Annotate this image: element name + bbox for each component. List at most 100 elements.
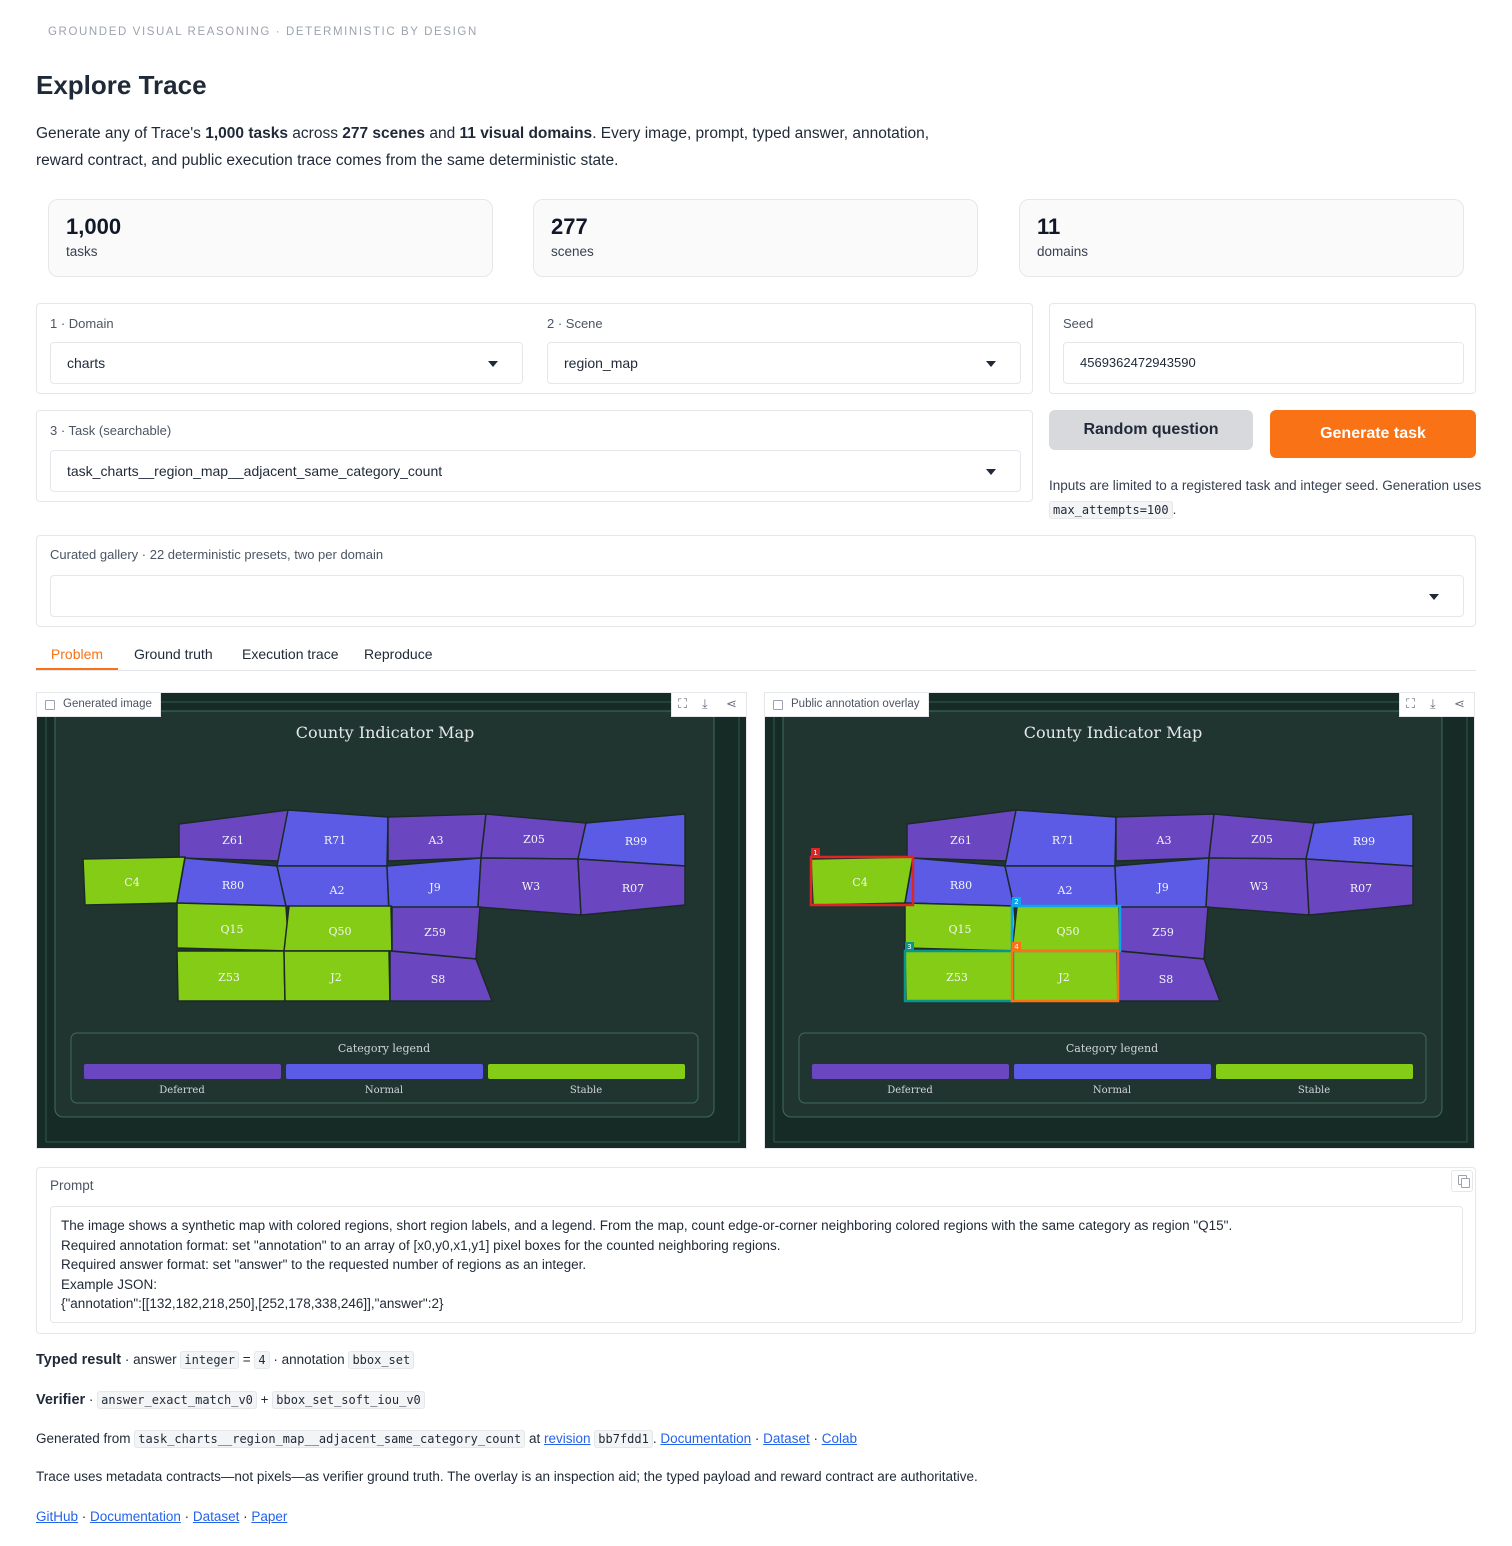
task-panel: 3 · Task (searchable) task_charts__regio… [36,410,1033,502]
image-toolbar: ⛶ ⤓ ⋖ [1399,693,1474,717]
legend-swatch [812,1064,1009,1079]
region-label: R71 [1052,834,1074,847]
legend-swatch [1014,1064,1211,1079]
stat-value: 1,000 [66,214,122,239]
disclaimer: Trace uses metadata contracts—not pixels… [36,1469,978,1484]
prompt-line: {"annotation":[[132,182,218,250],[252,17… [61,1296,444,1312]
footer-dataset-link[interactable]: Dataset [193,1509,240,1524]
max-attempts-code: max_attempts=100 [1049,501,1173,519]
fullscreen-icon[interactable]: ⛶ [678,696,687,712]
typed-result: Typed result · answer integer = 4 · anno… [36,1351,415,1369]
overlay-image-tag: Public annotation overlay [765,693,929,717]
tab-ground-truth[interactable]: Ground truth [134,640,213,670]
random-question-button[interactable]: Random question [1049,410,1253,450]
region-label: C4 [852,876,867,889]
generated-image-panel: County Indicator Map Z61 R71 A3 Z05 R99 C4 R80 A… [36,692,747,1149]
map-title: County Indicator Map [1024,723,1202,742]
map-image: County Indicator Map Z61 R71 A3 Z05 R99 C4 R80 A… [37,693,746,1148]
legend-entry: Normal [365,1085,403,1096]
fullscreen-icon[interactable]: ⛶ [1406,696,1415,712]
region-label: J9 [428,881,440,894]
region-label: Z05 [523,833,545,846]
region-label: R80 [222,879,244,892]
map-title: County Indicator Map [296,723,474,742]
legend-swatch [84,1064,281,1079]
region-label: R80 [950,879,972,892]
seed-input[interactable]: 4569362472943590 [1063,342,1464,384]
revision-link[interactable]: revision [544,1431,591,1446]
legend-swatch [1216,1064,1413,1079]
region-label: J2 [329,971,341,984]
stat-tasks: 1,000 tasks [48,199,493,277]
overlay-index: 2 [1014,898,1018,906]
image-icon [773,700,783,710]
copy-icon[interactable] [1451,1170,1473,1192]
page-title: Explore Trace [36,70,207,100]
task-label: 3 · Task (searchable) [50,423,172,438]
prompt-line: Required answer format: set "answer" to … [61,1257,587,1273]
stat-scenes: 277 scenes [533,199,978,277]
scene-label: 2 · Scene [547,316,603,331]
region-label: Z05 [1251,833,1273,846]
footer-documentation-link[interactable]: Documentation [90,1509,181,1524]
legend-entry: Stable [570,1085,602,1096]
generate-task-button[interactable]: Generate task [1270,410,1476,458]
stat-value: 277 [551,214,588,239]
scene-select[interactable]: region_map [547,342,1021,384]
eyebrow: GROUNDED VISUAL REASONING · DETERMINISTI… [48,26,478,38]
task-select[interactable]: task_charts__region_map__adjacent_same_c… [50,450,1021,492]
region-label: J2 [1057,971,1069,984]
prompt-text: The image shows a synthetic map with col… [50,1206,1463,1323]
seed-panel: Seed 4569362472943590 [1049,303,1476,394]
region-label: W3 [1250,880,1268,893]
verifier: Verifier · answer_exact_match_v0 + bbox_… [36,1391,425,1409]
gallery-panel: Curated gallery · 22 deterministic prese… [36,535,1476,627]
share-icon[interactable]: ⋖ [726,696,737,712]
tab-reproduce[interactable]: Reproduce [364,640,433,670]
download-icon[interactable]: ⤓ [1430,696,1436,712]
region-label: Z59 [424,926,446,939]
prompt-label: Prompt [50,1178,94,1193]
overlay-image: County Indicator Map Z61 R71 A3 Z05 R99 C4 R80 A… [765,693,1474,1148]
footer-links: GitHub · Documentation · Dataset · Paper [36,1509,288,1524]
seed-label: Seed [1063,316,1094,331]
gallery-select[interactable] [50,575,1464,617]
stat-label: scenes [551,244,594,259]
overlay-index: 4 [1014,943,1019,951]
intro-text: Generate any of Trace's 1,000 tasks acro… [36,125,930,169]
documentation-link[interactable]: Documentation [660,1431,751,1446]
share-icon[interactable]: ⋖ [1454,696,1465,712]
stat-label: domains [1037,244,1089,259]
tab-execution-trace[interactable]: Execution trace [242,640,339,670]
region-label: Z61 [222,834,244,847]
tab-problem[interactable]: Problem [36,640,118,670]
dataset-link[interactable]: Dataset [763,1431,810,1446]
github-link[interactable]: GitHub [36,1509,78,1524]
region-label: Q15 [948,923,971,936]
legend-swatch [488,1064,685,1079]
legend-entry: Deferred [159,1085,205,1096]
region-label: A2 [329,884,345,897]
region-label: Q50 [1056,925,1079,938]
prompt-line: Required annotation format: set "annotat… [61,1237,781,1253]
paper-link[interactable]: Paper [251,1509,287,1524]
region-label: Z53 [946,971,968,984]
region-label: A3 [1156,834,1172,847]
region-label: R99 [1353,835,1375,848]
colab-link[interactable]: Colab [822,1431,857,1446]
chevron-down-icon [488,361,498,367]
chevron-down-icon [1429,594,1439,600]
legend-title: Category legend [1066,1042,1158,1055]
region-label: R07 [622,882,644,895]
legend-entry: Stable [1298,1085,1330,1096]
chevron-down-icon [986,469,996,475]
download-icon[interactable]: ⤓ [702,696,708,712]
generated-image-tag: Generated image [37,693,161,717]
stat-domains: 11 domains [1019,199,1464,277]
region-label: J9 [1156,881,1168,894]
domain-select[interactable]: charts [50,342,523,384]
domain-scene-panel: 1 · Domain charts 2 · Scene region_map [36,303,1033,394]
region-label: W3 [522,880,540,893]
legend-entry: Deferred [887,1085,933,1096]
region-label: A3 [428,834,444,847]
